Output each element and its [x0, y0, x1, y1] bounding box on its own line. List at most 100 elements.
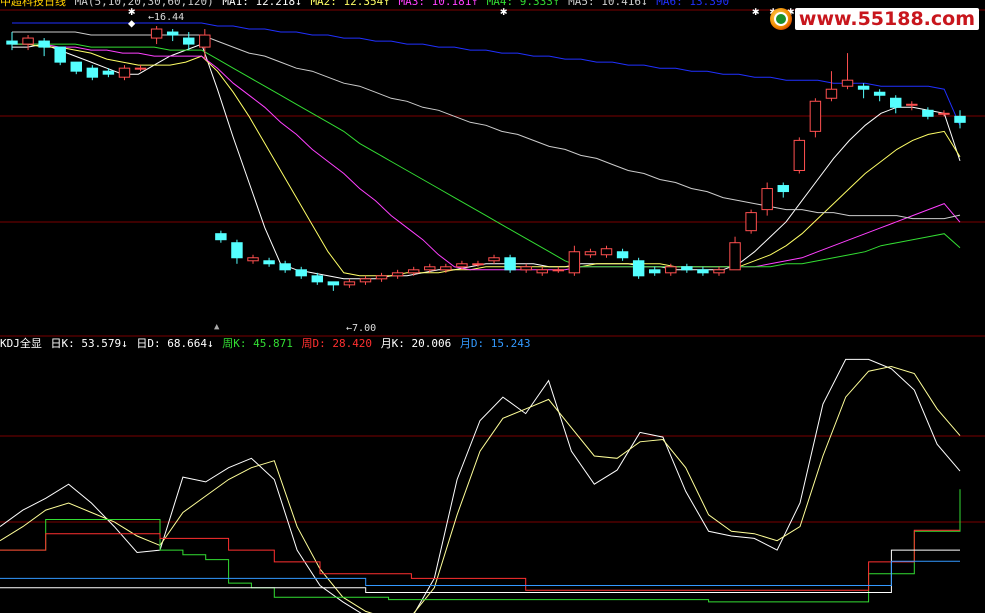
candle-body — [938, 112, 950, 115]
candle-body — [456, 263, 468, 268]
candle-body — [407, 269, 420, 274]
candle-body — [584, 251, 597, 256]
price-line-ma4 — [12, 43, 961, 268]
candle-body — [600, 248, 613, 256]
ma2-value: MA2: 12.354↑ — [310, 0, 390, 8]
candle-body — [729, 242, 741, 271]
candle-body — [809, 100, 822, 132]
candle-body — [713, 269, 725, 274]
candle-body — [6, 40, 18, 45]
candle — [777, 182, 789, 198]
candle — [359, 275, 372, 285]
monthly-k-value: 月K: 20.006 — [380, 337, 452, 350]
candle — [793, 137, 806, 174]
candle — [568, 245, 581, 276]
candle-body — [536, 269, 548, 274]
candle — [22, 35, 34, 51]
kdj-lines — [0, 358, 961, 613]
candle-body — [922, 109, 934, 117]
candle-body — [375, 275, 388, 280]
candle — [150, 26, 163, 45]
candle — [681, 263, 693, 273]
kdj-line-1 — [0, 358, 961, 613]
candle — [199, 29, 211, 60]
candle — [295, 266, 307, 279]
candle — [616, 248, 629, 261]
low-price-label: ←7.00 — [346, 323, 377, 334]
candle — [520, 263, 532, 273]
price-line-ma3 — [12, 43, 961, 271]
kdj-line-2 — [0, 365, 961, 613]
low-price-value: 7.00 — [352, 323, 377, 334]
kdj-line-6 — [0, 560, 960, 586]
price-ma-lines — [12, 22, 961, 280]
grid-lines — [0, 9, 985, 523]
candle-body — [215, 233, 227, 241]
candle-body — [86, 67, 99, 78]
candle — [231, 239, 243, 264]
daily-d-value: 日D: 68.664↓ — [136, 337, 214, 350]
candle — [713, 266, 725, 276]
high-price-value: 16.44 — [154, 12, 185, 23]
ma3-value: MA3: 10.181↑ — [398, 0, 479, 8]
candle — [890, 95, 902, 114]
candle-body — [520, 266, 532, 271]
candle-body — [793, 139, 806, 171]
candle-body — [70, 61, 82, 72]
ma-params: MA(5,10,20,30,60,120) — [74, 0, 214, 8]
candle — [38, 38, 50, 57]
candle-body — [440, 266, 452, 271]
candle — [424, 263, 436, 273]
candle-body — [697, 269, 709, 274]
candle-body — [166, 31, 179, 36]
site-logo-icon — [769, 8, 792, 30]
candle-body — [665, 266, 677, 274]
kdj-name: KDJ全显 — [0, 337, 42, 350]
candle — [697, 266, 709, 276]
candle-body — [472, 263, 484, 266]
low-marker-icon: ▲ — [214, 322, 220, 332]
candle — [54, 46, 66, 66]
candle — [70, 61, 82, 75]
candle — [954, 110, 966, 129]
signal-marker-b: ◆ — [128, 16, 136, 30]
candle-body — [327, 281, 340, 286]
candle — [857, 83, 870, 99]
candle — [584, 248, 597, 258]
daily-k-value: 日K: 53.579↓ — [50, 337, 128, 350]
candle — [729, 236, 741, 271]
candle — [906, 101, 918, 111]
high-price-label: ←16.44 — [148, 12, 185, 23]
candle — [504, 254, 516, 273]
candle-body — [841, 79, 854, 87]
candle — [761, 182, 773, 216]
candle-body — [857, 85, 870, 90]
candle-body — [22, 37, 34, 45]
candle-body — [38, 40, 50, 48]
ma4-value: MA4: 9.333↑ — [486, 0, 560, 8]
price-line-ma1 — [12, 43, 961, 280]
candlestick-series[interactable] — [6, 26, 966, 291]
candle-body — [632, 260, 645, 277]
candle — [247, 254, 259, 264]
candle — [745, 209, 757, 234]
candle-body — [777, 185, 789, 193]
candle — [488, 254, 500, 264]
candle — [166, 29, 179, 42]
candle-body — [311, 275, 324, 283]
candle-body — [761, 188, 773, 211]
candle-body — [134, 67, 147, 70]
candle — [134, 65, 147, 72]
chart-canvas[interactable] — [0, 0, 985, 613]
candle — [327, 281, 340, 291]
candle — [407, 266, 420, 276]
candle-body — [424, 266, 436, 271]
candle — [552, 266, 565, 273]
ma5-value: MA5: 10.416↓ — [568, 0, 648, 8]
monthly-d-value: 月D: 15.243 — [459, 337, 531, 350]
candle-body — [616, 251, 629, 259]
candle-body — [890, 97, 902, 108]
candle — [632, 257, 645, 279]
candle — [440, 263, 452, 273]
kdj-line-3 — [0, 489, 961, 603]
